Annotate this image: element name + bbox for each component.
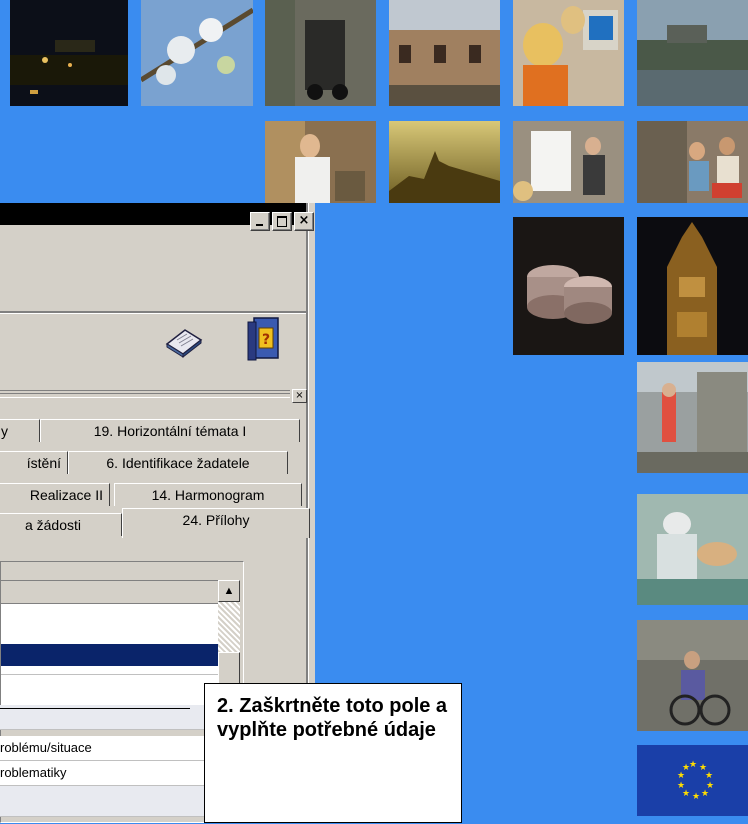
tab-attachments[interactable]: 24. Přílohy <box>122 508 310 538</box>
book-icon[interactable] <box>165 326 203 359</box>
tab-applicant-identification[interactable]: 6. Identifikace žadatele <box>68 451 288 474</box>
minimize-icon[interactable] <box>250 212 270 231</box>
list-divider <box>1 674 218 675</box>
maximize-icon[interactable] <box>272 212 292 231</box>
row-text: roblematiky <box>0 765 67 780</box>
tab-partial-1[interactable]: y <box>0 419 40 442</box>
splitter-bar[interactable] <box>0 390 290 398</box>
scroll-up-icon[interactable]: ▲ <box>218 580 240 602</box>
photo-coins <box>513 217 624 355</box>
tab-application-summary[interactable]: a žádosti <box>0 513 122 536</box>
window-controls-row: × <box>250 212 314 231</box>
tab-horizontal-themes[interactable]: 19. Horizontální témata I <box>40 419 300 442</box>
eu-flag: ★ ★ ★ ★ ★ ★ ★ ★ ★ ★ <box>637 745 748 816</box>
help-book-icon[interactable]: ? <box>246 316 280 362</box>
svg-text:★: ★ <box>677 781 685 791</box>
photo-computer-class <box>513 0 624 106</box>
svg-text:★: ★ <box>701 789 709 799</box>
tab-label: 6. Identifikace žadatele <box>106 455 250 471</box>
tab-realization-2[interactable]: Realizace II <box>0 483 110 506</box>
tab-label: 14. Harmonogram <box>151 487 265 503</box>
instruction-callout: 2. Zaškrtněte toto pole a vyplňte potřeb… <box>204 683 462 823</box>
close-icon[interactable]: × <box>294 212 314 231</box>
svg-text:★: ★ <box>692 792 700 802</box>
photo-wheelchair <box>637 620 748 731</box>
svg-text:★: ★ <box>689 760 697 770</box>
svg-text:?: ? <box>262 332 270 348</box>
photo-lab-worker <box>265 121 376 203</box>
close-pane-icon[interactable]: × <box>292 389 307 403</box>
photo-powder-tower <box>637 217 748 355</box>
photo-construction <box>637 362 748 473</box>
photo-presentation <box>513 121 624 203</box>
tab-label: 24. Přílohy <box>182 512 250 528</box>
tab-label: Realizace II <box>29 487 103 503</box>
splitter-line <box>0 393 290 394</box>
tab-schedule[interactable]: 14. Harmonogram <box>114 483 302 506</box>
tab-label: ístění <box>26 455 61 471</box>
list-header <box>1 581 218 604</box>
photo-buildings <box>389 0 500 106</box>
tab-label: a žádosti <box>24 517 81 533</box>
tab-partial-2[interactable]: ístění <box>0 451 68 474</box>
photo-students-statue <box>637 121 748 203</box>
tab-label: 19. Horizontální témata I <box>93 423 247 439</box>
photo-dentist <box>637 494 748 605</box>
list-item-selected[interactable] <box>1 644 218 666</box>
scroll-track[interactable] <box>218 602 240 652</box>
callout-text: 2. Zaškrtněte toto pole a vyplňte potřeb… <box>217 695 448 741</box>
photo-golden-castle <box>389 121 500 203</box>
photo-stroller <box>265 0 376 106</box>
attachments-list[interactable] <box>0 580 219 712</box>
tab-label: y <box>1 423 8 439</box>
row-text: roblému/situace <box>0 740 92 755</box>
svg-text:★: ★ <box>682 763 690 773</box>
photo-prague-night <box>0 0 128 106</box>
svg-text:★: ★ <box>705 771 713 781</box>
toolbar-separator <box>0 311 306 314</box>
row-underline <box>0 708 190 709</box>
photo-blossom <box>141 0 253 106</box>
photo-prague-castle-river <box>637 0 748 106</box>
